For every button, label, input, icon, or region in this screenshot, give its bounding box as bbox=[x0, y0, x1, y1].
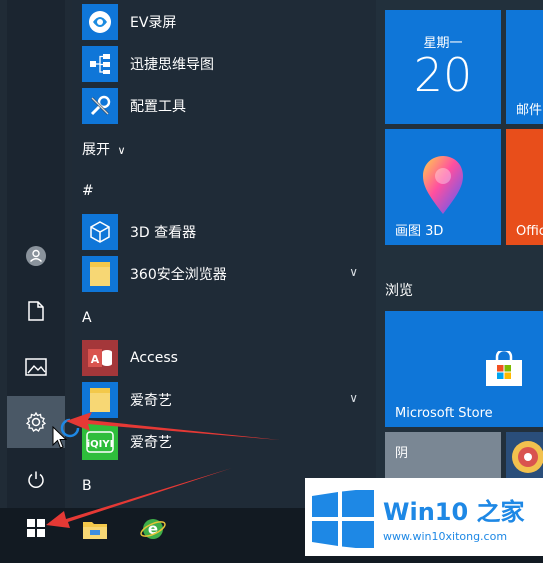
arrow-to-start bbox=[46, 468, 232, 528]
windows-logo-icon bbox=[312, 490, 374, 548]
arrow-to-settings bbox=[66, 412, 280, 440]
watermark: Win10 之家 www.win10xitong.com bbox=[305, 478, 543, 556]
watermark-url: www.win10xitong.com bbox=[383, 530, 508, 543]
watermark-brand: Win10 之家 bbox=[383, 498, 525, 526]
